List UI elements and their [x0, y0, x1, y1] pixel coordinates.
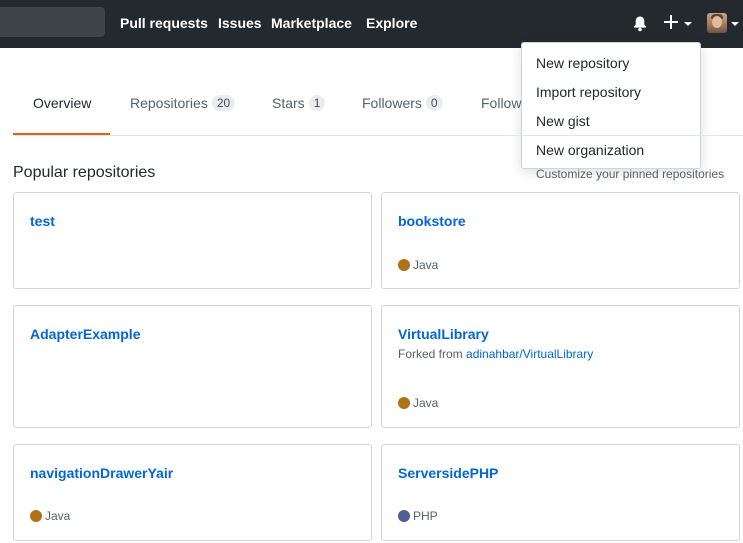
plus-icon — [664, 15, 678, 29]
create-new-button[interactable] — [664, 15, 678, 34]
repo-link[interactable]: navigationDrawerYair — [30, 465, 173, 481]
fork-prefix: Forked from — [398, 347, 463, 361]
language-color-dot — [30, 510, 42, 522]
nav-pull-requests[interactable]: Pull requests — [120, 15, 208, 31]
tab-overview[interactable]: Overview — [33, 95, 91, 111]
menu-import-repository[interactable]: Import repository — [536, 84, 641, 100]
language-color-dot — [398, 259, 410, 271]
menu-new-gist[interactable]: New gist — [536, 113, 590, 129]
repo-link[interactable]: AdapterExample — [30, 326, 140, 342]
language-color-dot — [398, 510, 410, 522]
menu-new-organization[interactable]: New organization — [536, 142, 644, 158]
repo-link[interactable]: VirtualLibrary — [398, 326, 489, 342]
repo-language: Java — [398, 258, 438, 272]
tab-label: Repositories — [130, 95, 208, 111]
tab-label: Followers — [362, 95, 422, 111]
nav-marketplace[interactable]: Marketplace — [271, 15, 352, 31]
repo-card: navigationDrawerYair Java — [13, 444, 372, 541]
followers-count: 0 — [425, 95, 443, 111]
language-label: PHP — [413, 509, 438, 523]
tab-stars[interactable]: Stars 1 — [272, 95, 326, 111]
language-label: Java — [45, 509, 71, 523]
repo-card: ServersidePHP PHP — [381, 444, 740, 541]
language-label: Java — [413, 396, 439, 410]
repo-card: test — [13, 192, 372, 289]
fork-note: Forked from adinahbar/VirtualLibrary — [398, 347, 593, 361]
search-input[interactable] — [0, 7, 105, 37]
avatar-caret-icon[interactable] — [731, 22, 739, 26]
repo-language: Java — [398, 396, 438, 410]
nav-explore[interactable]: Explore — [366, 15, 417, 31]
repo-language: PHP — [398, 509, 438, 523]
create-new-dropdown: New repository Import repository New gis… — [521, 42, 701, 169]
repo-language: Java — [30, 509, 70, 523]
repo-card: AdapterExample — [13, 305, 372, 428]
top-header: Pull requests Issues Marketplace Explore — [0, 0, 743, 48]
repo-link[interactable]: ServersidePHP — [398, 465, 498, 481]
tab-label: Follow — [481, 95, 522, 111]
section-title: Popular repositories — [13, 164, 156, 181]
tab-label: Stars — [272, 95, 305, 111]
repo-card: bookstore Java — [381, 192, 740, 289]
bell-icon[interactable] — [632, 15, 648, 37]
language-color-dot — [398, 397, 410, 409]
nav-issues[interactable]: Issues — [218, 15, 262, 31]
customize-pinned-link[interactable]: Customize your pinned repositories — [536, 167, 724, 181]
repo-link[interactable]: bookstore — [398, 213, 466, 229]
create-caret-icon[interactable] — [684, 22, 692, 26]
tab-repositories[interactable]: Repositories 20 — [130, 95, 236, 111]
stars-count: 1 — [308, 95, 326, 111]
user-avatar[interactable] — [707, 13, 727, 33]
menu-new-repository[interactable]: New repository — [536, 55, 629, 71]
fork-source-link[interactable]: adinahbar/VirtualLibrary — [466, 347, 593, 361]
tab-label: Overview — [33, 95, 92, 111]
repo-card: VirtualLibrary Forked from adinahbar/Vir… — [381, 305, 740, 428]
tab-following[interactable]: Follow — [481, 95, 521, 111]
language-label: Java — [413, 258, 439, 272]
tabs-divider — [13, 135, 743, 136]
repositories-count: 20 — [211, 95, 236, 111]
tab-followers[interactable]: Followers 0 — [362, 95, 443, 111]
repo-link[interactable]: test — [30, 213, 55, 229]
